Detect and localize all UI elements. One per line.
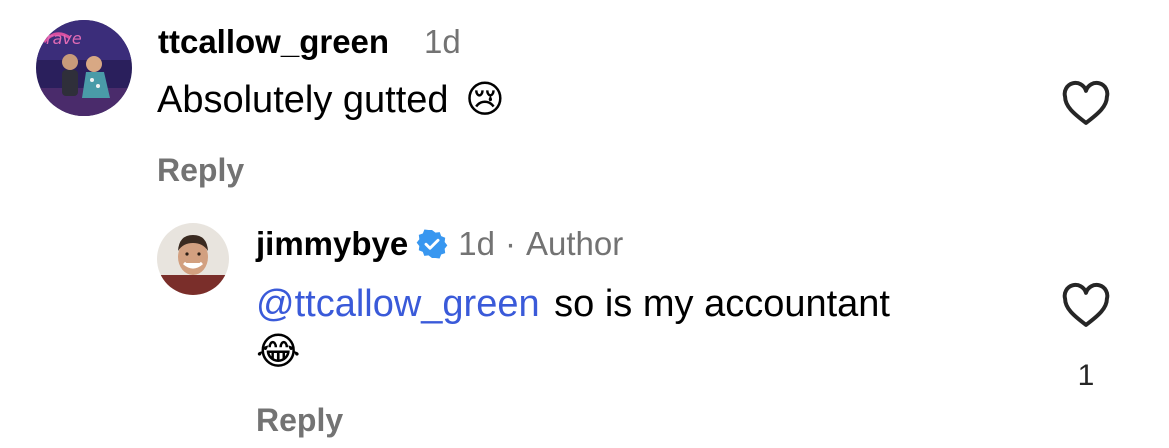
comment-text: Absolutely gutted 😢 — [157, 76, 505, 124]
comment-text: @ttcallow_green so is my accountant — [256, 280, 890, 328]
heart-outline-icon — [1062, 81, 1110, 125]
avatar[interactable] — [157, 223, 229, 295]
verified-badge-icon — [416, 228, 448, 260]
reply-header: jimmybye 1d · Author — [256, 224, 623, 264]
svg-text:rave: rave — [46, 29, 82, 48]
like-button[interactable] — [1060, 80, 1112, 126]
tears-of-joy-emoji: 😂 — [256, 331, 301, 373]
comment-timestamp: 1d — [458, 225, 495, 262]
reply-button[interactable]: Reply — [157, 150, 244, 190]
comment-username[interactable]: jimmybye — [256, 224, 408, 264]
author-badge: Author — [525, 225, 624, 262]
like-count[interactable]: 1 — [1074, 358, 1098, 394]
crying-face-emoji: 😢 — [465, 79, 505, 121]
avatar-photo-man-icon — [157, 223, 229, 295]
mention-link[interactable]: @ttcallow_green — [256, 283, 540, 325]
avatar-photo-couple-icon: rave — [36, 20, 132, 116]
comment-body: Absolutely gutted — [157, 79, 449, 121]
meta-separator: · — [504, 225, 516, 262]
comment-timestamp: 1d — [424, 23, 461, 60]
heart-outline-icon — [1062, 283, 1110, 327]
comment-username[interactable]: ttcallow_green — [158, 22, 389, 62]
avatar[interactable]: rave — [36, 20, 132, 116]
reply-button[interactable]: Reply — [256, 400, 343, 440]
like-button[interactable] — [1060, 282, 1112, 328]
comment-body: so is my accountant — [554, 283, 890, 325]
